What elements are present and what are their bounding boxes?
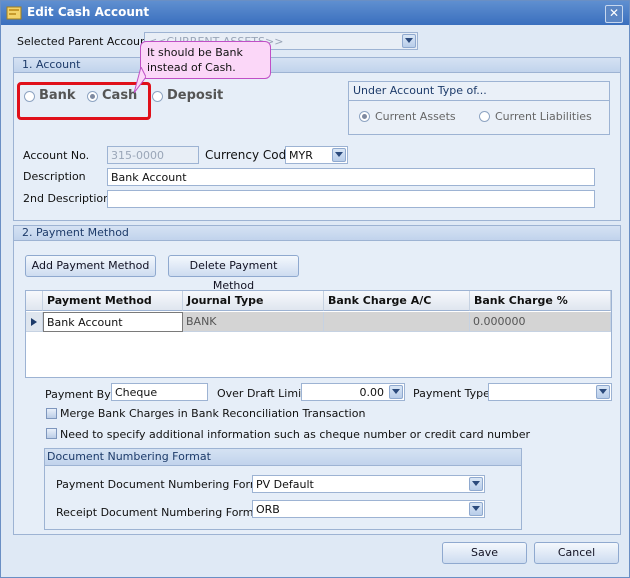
add-payment-method-button[interactable]: Add Payment Method	[25, 255, 156, 277]
payment-type-label: Payment Type	[413, 387, 490, 400]
receipt-doc-numbering-select[interactable]: ORB	[252, 500, 485, 518]
app-icon	[6, 6, 22, 20]
chevron-down-icon[interactable]	[389, 385, 403, 399]
over-draft-limit-value: 0.00	[359, 386, 385, 399]
currency-code-value: MYR	[289, 149, 313, 162]
radio-current-assets-label: Current Assets	[375, 110, 456, 123]
red-highlight-box	[17, 82, 151, 120]
receipt-doc-numbering-value: ORB	[256, 503, 280, 516]
column-header[interactable]: Payment Method	[43, 291, 183, 311]
parent-account-label: Selected Parent Account	[17, 35, 152, 48]
table-cell[interactable]: 0.000000	[470, 312, 611, 332]
payment-method-grid: Payment Method Journal Type Bank Charge …	[25, 290, 612, 378]
column-header[interactable]: Bank Charge A/C	[324, 291, 470, 311]
account-type-group: Under Account Type of...	[348, 81, 610, 135]
second-description-label: 2nd Description	[23, 192, 111, 205]
account-no-label: Account No.	[23, 149, 90, 162]
window-title: Edit Cash Account	[27, 5, 150, 19]
payment-doc-numbering-value: PV Default	[256, 478, 314, 491]
currency-code-label: Currency Code	[205, 148, 294, 162]
chevron-down-icon[interactable]	[596, 385, 610, 399]
radio-current-assets[interactable]	[359, 111, 370, 122]
table-cell[interactable]: BANK	[183, 312, 324, 332]
radio-current-liabilities[interactable]	[479, 111, 490, 122]
merge-bank-charges-checkbox[interactable]	[46, 408, 57, 419]
need-additional-info-label: Need to specify additional information s…	[60, 428, 531, 441]
chevron-down-icon[interactable]	[469, 502, 483, 516]
row-indicator-header	[26, 291, 43, 311]
currency-code-select[interactable]: MYR	[285, 146, 348, 164]
merge-bank-charges-label: Merge Bank Charges in Bank Reconciliatio…	[60, 407, 366, 420]
over-draft-limit-input[interactable]: 0.00	[301, 383, 405, 401]
description-label: Description	[23, 170, 86, 183]
document-numbering-title: Document Numbering Format	[47, 450, 211, 463]
row-indicator	[26, 312, 43, 332]
annotation-callout: It should be Bank instead of Cash.	[140, 41, 271, 79]
chevron-down-icon[interactable]	[332, 148, 346, 162]
payment-by-input[interactable]: Cheque	[111, 383, 208, 401]
account-section-header: 1. Account	[14, 58, 620, 73]
title-bar: Edit Cash Account ✕	[1, 1, 629, 25]
row-pointer-icon	[31, 318, 37, 326]
delete-payment-method-button[interactable]: Delete Payment Method	[168, 255, 299, 292]
annotation-line-2: instead of Cash.	[147, 61, 236, 74]
payment-doc-numbering-label: Payment Document Numbering Format	[56, 478, 272, 491]
account-section-title: 1. Account	[22, 58, 81, 71]
column-header[interactable]: Journal Type	[183, 291, 324, 311]
receipt-doc-numbering-label: Receipt Document Numbering Format	[56, 506, 265, 519]
edit-cash-account-window: Edit Cash Account ✕ Selected Parent Acco…	[0, 0, 630, 578]
need-additional-info-checkbox[interactable]	[46, 428, 57, 439]
radio-deposit-label: Deposit	[167, 88, 224, 103]
close-icon[interactable]: ✕	[605, 5, 623, 23]
payment-by-label: Payment By	[45, 388, 111, 401]
group-divider	[349, 100, 609, 101]
second-description-input[interactable]	[107, 190, 595, 208]
chevron-down-icon[interactable]	[402, 34, 416, 48]
cancel-button[interactable]: Cancel	[534, 542, 619, 564]
payment-method-section-header: 2. Payment Method	[14, 226, 620, 241]
payment-type-select[interactable]	[488, 383, 612, 401]
radio-deposit[interactable]	[152, 91, 163, 102]
column-header[interactable]: Bank Charge %	[470, 291, 611, 311]
radio-current-liabilities-label: Current Liabilities	[495, 110, 592, 123]
table-cell[interactable]	[324, 312, 470, 332]
account-type-group-title: Under Account Type of...	[353, 84, 487, 97]
callout-pointer	[134, 67, 146, 93]
payment-method-section-title: 2. Payment Method	[22, 226, 129, 239]
save-button[interactable]: Save	[442, 542, 527, 564]
chevron-down-icon[interactable]	[469, 477, 483, 491]
description-input[interactable]: Bank Account	[107, 168, 595, 186]
document-numbering-header: Document Numbering Format	[45, 449, 521, 466]
table-cell[interactable]: Bank Account	[43, 312, 183, 332]
account-no-input[interactable]: 315-0000	[107, 146, 199, 164]
annotation-line-1: It should be Bank	[147, 46, 243, 59]
over-draft-limit-label: Over Draft Limit	[217, 387, 306, 400]
payment-doc-numbering-select[interactable]: PV Default	[252, 475, 485, 493]
